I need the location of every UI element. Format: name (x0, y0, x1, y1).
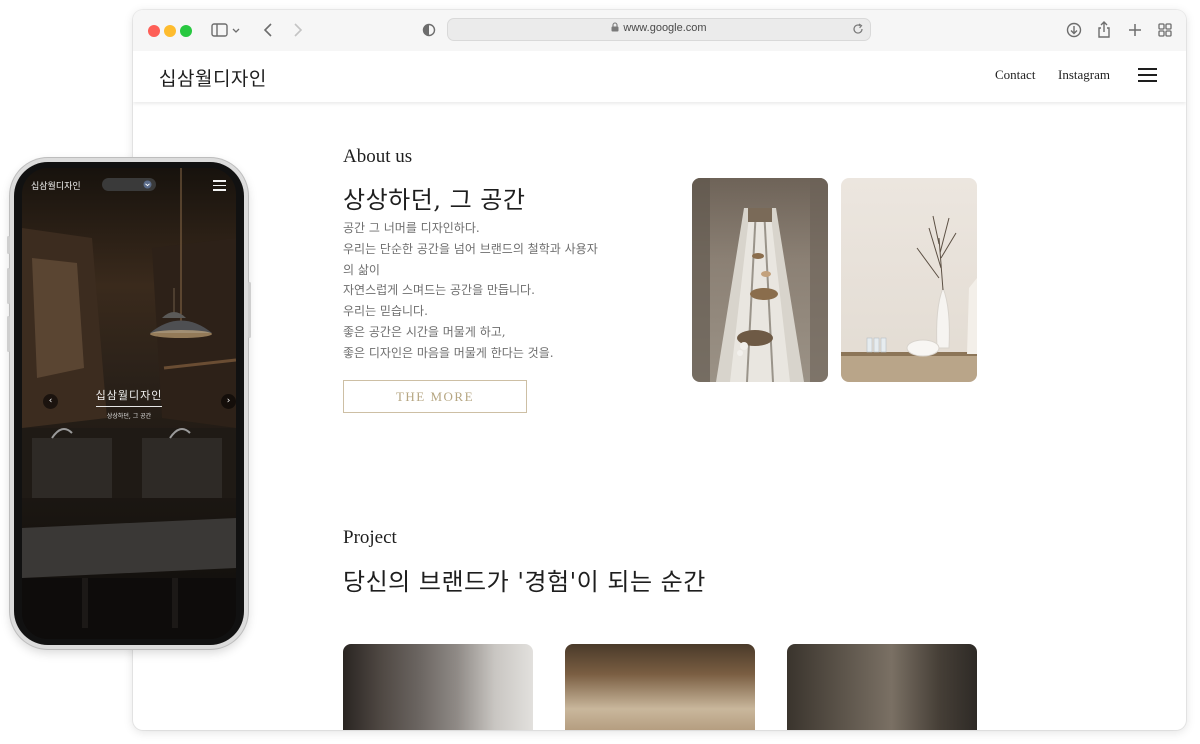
back-arrow-icon[interactable] (261, 20, 277, 40)
mobile-logo[interactable]: 십삼월디자인 (31, 179, 81, 192)
browser-window: www.google.com 십삼월디자인 Contact Instagram … (133, 10, 1186, 730)
address-bar[interactable]: www.google.com (447, 18, 871, 41)
mobile-search-pill[interactable] (102, 178, 156, 191)
mobile-next-arrow-icon[interactable]: › (221, 394, 236, 409)
about-body-line: 우리는 단순한 공간을 넘어 브랜드의 철학과 사용자 (343, 241, 598, 256)
nav-link-instagram[interactable]: Instagram (1058, 67, 1110, 83)
site-logo[interactable]: 십삼월디자인 (159, 64, 267, 91)
mobile-prev-arrow-icon[interactable]: ‹ (43, 394, 58, 409)
mobile-hero-subtitle: 상상하던, 그 공간 (106, 413, 152, 420)
phone-mockup: 십삼월디자인 십삼월디자인 상상하던, 그 공간 ‹ › (7, 158, 251, 649)
new-tab-icon[interactable] (1127, 20, 1143, 40)
phone-side-button (7, 268, 10, 304)
about-body-line: 좋은 공간은 시간을 머물게 하고, (343, 324, 506, 339)
project-card[interactable] (343, 644, 533, 730)
about-title: 상상하던, 그 공간 (343, 186, 526, 214)
sidebar-toggle-icon[interactable] (211, 20, 241, 40)
about-body-line: 공간 그 너머를 디자인하다. (343, 221, 480, 235)
url-text: www.google.com (623, 22, 707, 34)
share-icon[interactable] (1096, 20, 1112, 40)
project-eyebrow: Project (343, 527, 397, 548)
privacy-shield-icon[interactable] (421, 20, 437, 40)
project-card[interactable] (565, 644, 755, 730)
about-body-line: 의 삶이 (343, 262, 380, 277)
phone-side-button (248, 282, 251, 338)
phone-side-button (7, 316, 10, 352)
the-more-button[interactable]: THE MORE (343, 380, 527, 413)
nav-link-contact[interactable]: Contact (995, 67, 1035, 83)
project-card[interactable] (787, 644, 977, 730)
minimize-window-button[interactable] (164, 25, 176, 37)
maximize-window-button[interactable] (180, 25, 192, 37)
phone-side-button (7, 236, 10, 254)
chevron-down-icon (143, 180, 152, 189)
mobile-screen: 십삼월디자인 십삼월디자인 상상하던, 그 공간 ‹ › (22, 168, 236, 639)
download-icon[interactable] (1065, 20, 1083, 40)
browser-toolbar: www.google.com (133, 10, 1186, 52)
hamburger-menu-icon[interactable] (1138, 68, 1157, 82)
forward-arrow-icon[interactable] (289, 20, 305, 40)
project-title: 당신의 브랜드가 '경험'이 되는 순간 (343, 568, 706, 596)
about-body-line: 좋은 디자인은 마음을 머물게 한다는 것을. (343, 345, 554, 360)
mobile-hamburger-icon[interactable] (213, 180, 226, 194)
about-eyebrow: About us (343, 146, 413, 167)
close-window-button[interactable] (148, 25, 160, 37)
about-photo-stone-table (692, 178, 828, 382)
about-body-line: 우리는 믿습니다. (343, 304, 428, 319)
tab-overview-icon[interactable] (1157, 20, 1173, 40)
site-header: 십삼월디자인 Contact Instagram (133, 51, 1186, 102)
mobile-hero-divider (96, 406, 162, 407)
lock-icon (611, 22, 619, 32)
about-body-line: 자연스럽게 스며드는 공간을 만듭니다. (343, 283, 535, 298)
reload-icon[interactable] (852, 23, 864, 35)
about-photo-vase-shelf (841, 178, 977, 382)
about-body: 공간 그 너머를 디자인하다. 우리는 단순한 공간을 넘어 브랜드의 철학과 … (343, 218, 628, 364)
